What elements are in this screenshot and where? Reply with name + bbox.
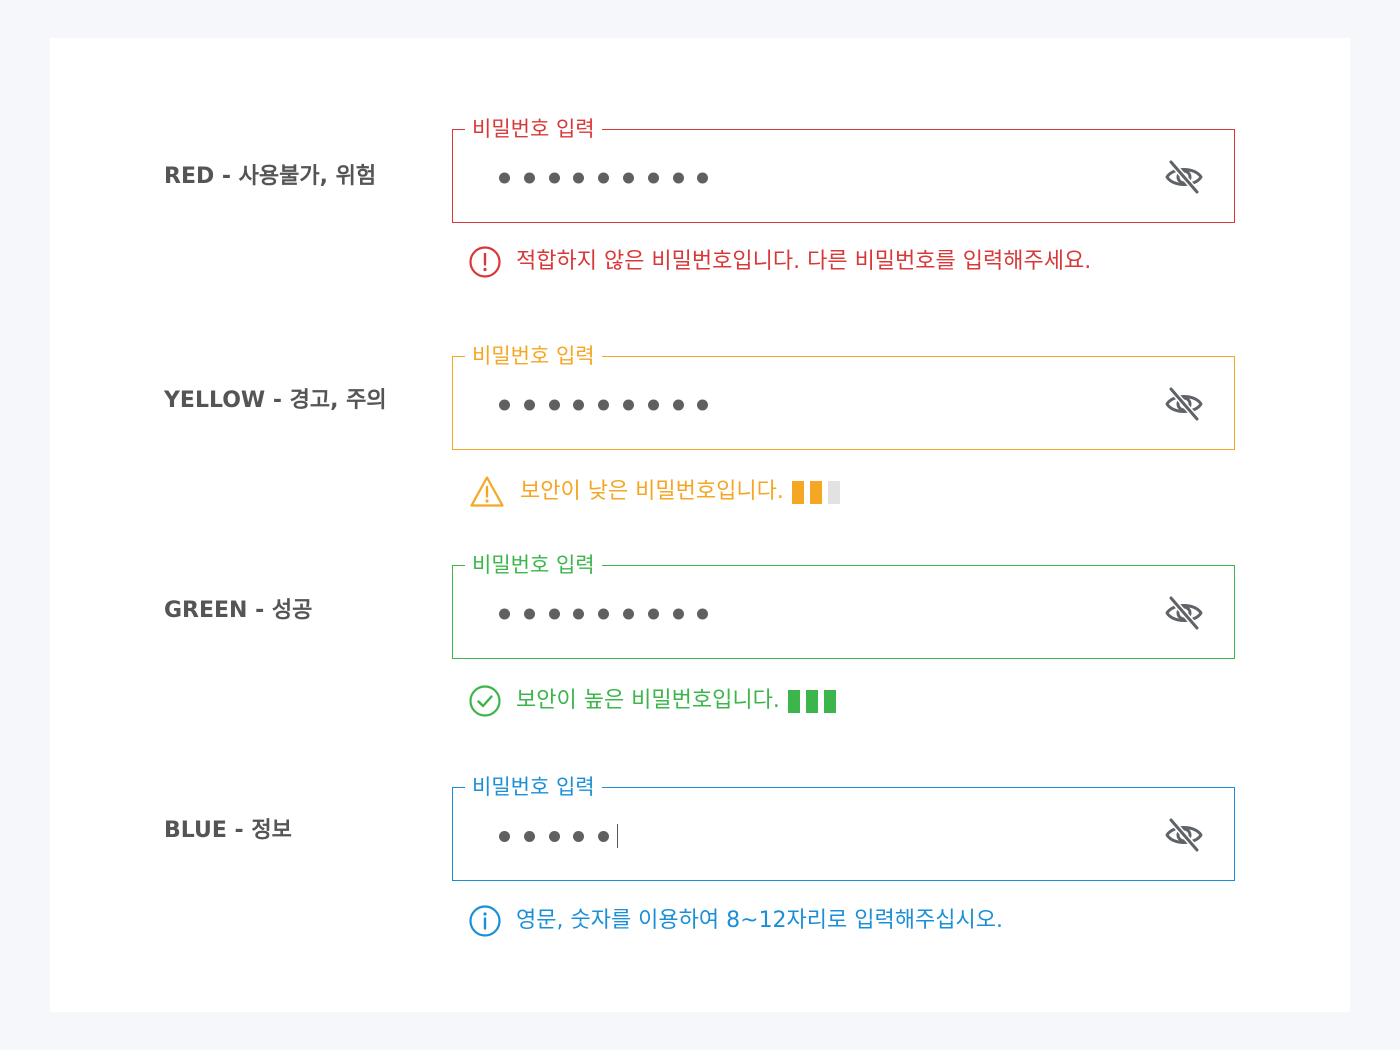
password-dot xyxy=(548,172,560,184)
blue-password-value[interactable] xyxy=(499,824,618,848)
password-dot xyxy=(622,608,634,620)
strength-bar xyxy=(823,689,836,713)
blue-state-label: BLUE - 정보 xyxy=(164,818,292,843)
yellow-password-field[interactable]: 비밀번호 입력 xyxy=(452,341,1235,450)
yellow-message-text: 보안이 낮은 비밀번호입니다. xyxy=(520,479,784,504)
password-dot xyxy=(499,172,510,184)
green-message: 보안이 높은 비밀번호입니다. xyxy=(468,684,842,718)
red-password-value[interactable] xyxy=(499,172,722,184)
warning-triangle-icon xyxy=(470,476,504,507)
password-dot xyxy=(622,172,634,184)
password-dot xyxy=(523,399,535,411)
eye-off-icon[interactable] xyxy=(1164,817,1204,853)
red-password-field[interactable]: 비밀번호 입력 xyxy=(452,114,1235,223)
password-dot xyxy=(697,172,709,184)
password-dot xyxy=(548,830,560,842)
eye-off-icon[interactable] xyxy=(1164,386,1204,422)
green-field-label: 비밀번호 입력 xyxy=(465,550,602,580)
red-message: 적합하지 않은 비밀번호입니다. 다른 비밀번호를 입력해주세요. xyxy=(468,245,1091,279)
strength-bar xyxy=(827,480,840,504)
green-password-field[interactable]: 비밀번호 입력 xyxy=(452,550,1235,659)
password-dot xyxy=(672,608,684,620)
strength-bar xyxy=(787,689,800,713)
error-circle-icon xyxy=(469,246,501,278)
password-dot xyxy=(548,399,560,411)
blue-field-label: 비밀번호 입력 xyxy=(465,772,602,802)
red-state-label: RED - 사용불가, 위험 xyxy=(164,164,377,189)
yellow-field-label: 비밀번호 입력 xyxy=(465,341,602,371)
green-password-value[interactable] xyxy=(499,608,722,620)
password-dot xyxy=(523,830,535,842)
blue-message: 영문, 숫자를 이용하여 8~12자리로 입력해주십시오. xyxy=(468,904,1003,938)
strength-bar xyxy=(791,480,804,504)
blue-message-text: 영문, 숫자를 이용하여 8~12자리로 입력해주십시오. xyxy=(516,908,1003,933)
yellow-state-label: YELLOW - 경고, 주의 xyxy=(164,388,387,413)
password-dot xyxy=(647,608,659,620)
password-dot xyxy=(598,608,610,620)
password-dot xyxy=(499,608,510,620)
password-dot xyxy=(622,399,634,411)
password-dot xyxy=(573,172,585,184)
green-message-text: 보안이 높은 비밀번호입니다. xyxy=(516,688,780,713)
password-dot xyxy=(548,608,560,620)
green-state-label: GREEN - 성공 xyxy=(164,598,313,623)
password-dot xyxy=(672,172,684,184)
password-dot xyxy=(647,399,659,411)
strength-bar xyxy=(805,689,818,713)
password-dot xyxy=(573,830,585,842)
password-dot xyxy=(573,399,585,411)
password-dot xyxy=(499,830,510,842)
password-dot xyxy=(697,399,709,411)
password-dot xyxy=(499,399,510,411)
red-message-text: 적합하지 않은 비밀번호입니다. 다른 비밀번호를 입력해주세요. xyxy=(516,249,1092,274)
red-field-label: 비밀번호 입력 xyxy=(465,114,602,144)
strength-bar xyxy=(809,480,822,504)
yellow-password-value[interactable] xyxy=(499,399,722,411)
password-dot xyxy=(598,830,610,842)
check-circle-icon xyxy=(469,685,501,717)
password-dot xyxy=(697,608,709,620)
password-dot xyxy=(573,608,585,620)
password-dot xyxy=(523,608,535,620)
info-circle-icon xyxy=(469,905,501,937)
green-strength-meter xyxy=(787,689,842,713)
yellow-message: 보안이 낮은 비밀번호입니다. xyxy=(468,475,846,509)
eye-off-icon[interactable] xyxy=(1164,595,1204,631)
eye-off-icon[interactable] xyxy=(1164,159,1204,195)
password-dot xyxy=(647,172,659,184)
password-dot xyxy=(598,399,610,411)
text-caret xyxy=(616,824,618,848)
password-dot xyxy=(598,172,610,184)
password-dot xyxy=(523,172,535,184)
yellow-strength-meter xyxy=(791,480,846,504)
password-dot xyxy=(672,399,684,411)
blue-password-field[interactable]: 비밀번호 입력 xyxy=(452,772,1235,881)
